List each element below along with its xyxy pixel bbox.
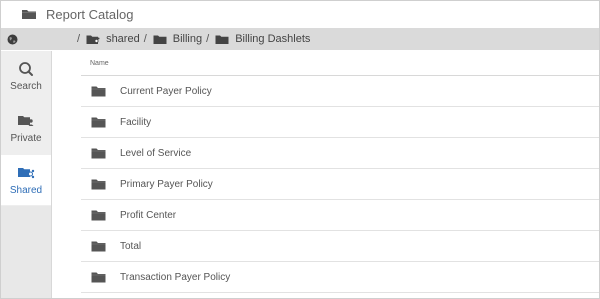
list-item[interactable]: Total	[81, 231, 599, 262]
breadcrumb: / shared / Billing / Billing Dashlets	[1, 28, 599, 50]
breadcrumb-separator: /	[77, 33, 81, 45]
folder-icon	[91, 178, 106, 190]
sidebar-item-label: Search	[10, 80, 42, 92]
breadcrumb-separator: /	[206, 33, 210, 45]
folder-icon	[153, 34, 167, 45]
page-title: Report Catalog	[46, 6, 134, 22]
folder-icon	[215, 34, 229, 45]
list-item-label: Primary Payer Policy	[120, 178, 213, 190]
list-item-label: Facility	[120, 116, 152, 128]
list-item-label: Transaction Payer Policy	[120, 271, 231, 283]
column-header-label: Name	[90, 59, 109, 67]
breadcrumb-item-billing[interactable]: Billing	[153, 33, 202, 45]
sidebar-filler	[1, 206, 51, 298]
globe-icon[interactable]	[7, 34, 18, 45]
list-item-label: Profit Center	[120, 209, 177, 221]
sidebar-item-search[interactable]: Search	[1, 51, 51, 101]
title-bar: Report Catalog	[1, 1, 599, 27]
list-item[interactable]: Facility	[81, 107, 599, 138]
breadcrumb-label: Billing	[172, 33, 203, 45]
folder-icon	[91, 271, 106, 283]
folder-icon	[91, 85, 106, 97]
column-header-name[interactable]: Name	[81, 51, 599, 76]
list-item-label: Current Payer Policy	[120, 85, 212, 97]
private-folder-icon	[17, 113, 35, 129]
breadcrumb-item-shared[interactable]: shared	[86, 33, 140, 45]
list-item[interactable]: Current Payer Policy	[81, 76, 599, 107]
folder-icon	[91, 240, 106, 252]
sidebar-item-label: Private	[10, 132, 42, 144]
breadcrumb-label: shared	[106, 33, 140, 45]
breadcrumb-item-billing-dashlets[interactable]: Billing Dashlets	[215, 33, 310, 45]
list-item[interactable]: Transaction Payer Policy	[81, 262, 599, 293]
shared-folder-icon	[17, 165, 35, 181]
breadcrumb-path: / shared / Billing / Billing Dashlets	[73, 28, 310, 50]
folder-icon	[91, 147, 106, 159]
list-item[interactable]: Level of Service	[81, 138, 599, 169]
folder-icon	[21, 8, 37, 20]
breadcrumb-separator: /	[143, 33, 147, 45]
folder-list: Current Payer Policy Facility Level of S…	[81, 76, 599, 293]
sidebar-item-shared[interactable]: Shared	[1, 155, 51, 205]
sidebar-item-label: Shared	[9, 184, 43, 196]
list-item[interactable]: Profit Center	[81, 200, 599, 231]
breadcrumb-label: Billing Dashlets	[235, 33, 311, 45]
search-icon	[17, 61, 35, 77]
list-gutter	[52, 51, 81, 298]
list-item[interactable]: Primary Payer Policy	[81, 169, 599, 200]
shared-folder-icon	[86, 34, 100, 45]
folder-icon	[91, 116, 106, 128]
report-catalog-window: Report Catalog / shared / Billing / Bill…	[0, 0, 600, 299]
sidebar-item-private[interactable]: Private	[1, 103, 51, 153]
sidebar: Search Private Shared	[1, 51, 52, 298]
folder-icon	[91, 209, 106, 221]
list-item-label: Total	[120, 240, 142, 252]
list-item-label: Level of Service	[120, 147, 192, 159]
